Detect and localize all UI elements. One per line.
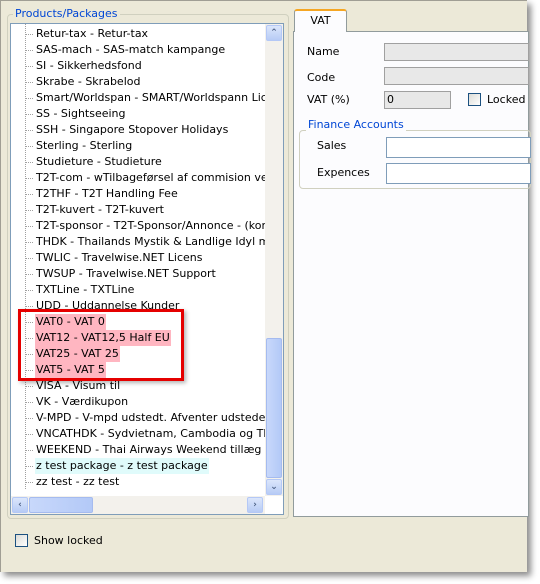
vertical-scroll-thumb[interactable] (266, 338, 282, 478)
code-field[interactable] (384, 67, 529, 85)
tree-item[interactable]: Studieture - Studieture (35, 154, 163, 170)
name-field[interactable] (384, 43, 529, 61)
tree-item[interactable]: TWSUP - Travelwise.NET Support (35, 266, 217, 282)
tree-item[interactable]: WEEKEND - Thai Airways Weekend tillæg (35, 442, 262, 458)
show-locked-checkbox[interactable] (15, 534, 28, 547)
tree-connector (25, 178, 33, 179)
sales-label: Sales (317, 139, 347, 152)
tree-item[interactable]: Smart/Worldspan - SMART/Worldspann Licen… (35, 90, 283, 106)
tree-connector (25, 210, 33, 211)
tree-item[interactable]: TWLIC - Travelwise.NET Licens (35, 250, 203, 266)
tree-item[interactable]: SSH - Singapore Stopover Holidays (35, 122, 229, 138)
expences-input[interactable] (386, 163, 531, 184)
products-tree[interactable]: Retur-tax - Retur-tax SAS-mach - SAS-matc… (10, 23, 284, 515)
tree-connector (25, 306, 33, 307)
tree-item[interactable]: V-MPD - V-mpd udstedt. Afventer udstedel… (35, 410, 283, 426)
name-label: Name (307, 45, 340, 58)
tree-item[interactable]: SI - Sikkerhedsfond (35, 58, 143, 74)
scroll-right-button[interactable]: › (247, 497, 263, 513)
horizontal-scroll-thumb[interactable] (29, 497, 93, 513)
tree-connector (25, 274, 33, 275)
locked-checkbox[interactable] (468, 93, 481, 106)
tree-item[interactable]: T2T-sponsor - T2T-Sponsor/Annonce - (kon… (35, 218, 283, 234)
tree-item[interactable]: T2T-kuvert - T2T-kuvert (35, 202, 165, 218)
products-group-title: Products/Packages (13, 7, 120, 20)
tree-connector (25, 290, 33, 291)
tree-connector (25, 114, 33, 115)
tree-item[interactable]: Sterling - Sterling (35, 138, 133, 154)
vertical-scrollbar[interactable]: ⌃ ⌄ (265, 24, 283, 496)
tree-connector (25, 34, 33, 35)
tree-connector (25, 130, 33, 131)
tree-connector (25, 418, 33, 419)
annotation-highlight-box (18, 309, 184, 381)
tree-item[interactable]: zz test - zz test (35, 474, 120, 490)
tree-item[interactable]: z test package - z test package (35, 458, 209, 474)
show-locked-label: Show locked (34, 534, 103, 547)
vat-field[interactable]: 0 (384, 91, 451, 109)
tree-connector (25, 450, 33, 451)
tree-connector (25, 402, 33, 403)
tree-item[interactable]: T2THF - T2T Handling Fee (35, 186, 179, 202)
expences-label: Expences (317, 166, 370, 179)
tree-item[interactable]: SS - Sightseeing (35, 106, 127, 122)
scroll-up-button[interactable]: ⌃ (266, 25, 282, 41)
sales-input[interactable] (386, 137, 531, 158)
tree-connector (25, 434, 33, 435)
tree-item[interactable]: T2T-com - wTilbageførsel af commision ve… (35, 170, 283, 186)
tree-connector (25, 482, 33, 483)
tree-item[interactable]: Skrabe - Skrabelod (35, 74, 141, 90)
tree-connector (25, 66, 33, 67)
tree-connector (25, 386, 33, 387)
tree-connector (25, 146, 33, 147)
tree-item[interactable]: VK - Værdikupon (35, 394, 129, 410)
tree-item[interactable]: THDK - Thailands Mystik & Landlige Idyl … (35, 234, 283, 250)
tree-item[interactable]: VNCATHDK - Sydvietnam, Cambodia og Thail… (35, 426, 283, 442)
scroll-left-button[interactable]: ‹ (12, 497, 28, 513)
tree-connector (25, 258, 33, 259)
tree-connector (25, 226, 33, 227)
tree-item[interactable]: Retur-tax - Retur-tax (35, 26, 149, 42)
window: Products/Packages Retur-tax - Retur-tax S… (0, 0, 531, 572)
tree-connector (25, 82, 33, 83)
tree-connector (25, 466, 33, 467)
tree-connector (25, 194, 33, 195)
finance-accounts-title: Finance Accounts (306, 118, 406, 131)
code-label: Code (307, 71, 336, 84)
tree-connector (25, 162, 33, 163)
scroll-down-button[interactable]: ⌄ (266, 479, 282, 495)
tree-item[interactable]: SAS-mach - SAS-match kampange (35, 42, 226, 58)
locked-label: Locked (487, 93, 526, 106)
tree-connector (25, 98, 33, 99)
tree-connector (25, 50, 33, 51)
tab-vat[interactable]: VAT (294, 9, 347, 32)
horizontal-scrollbar[interactable]: ‹ › (11, 496, 265, 514)
vat-label: VAT (%) (307, 93, 350, 106)
tree-item[interactable]: TXTLine - TXTLine (35, 282, 135, 298)
tree-connector (25, 242, 33, 243)
tree-line (25, 24, 26, 489)
